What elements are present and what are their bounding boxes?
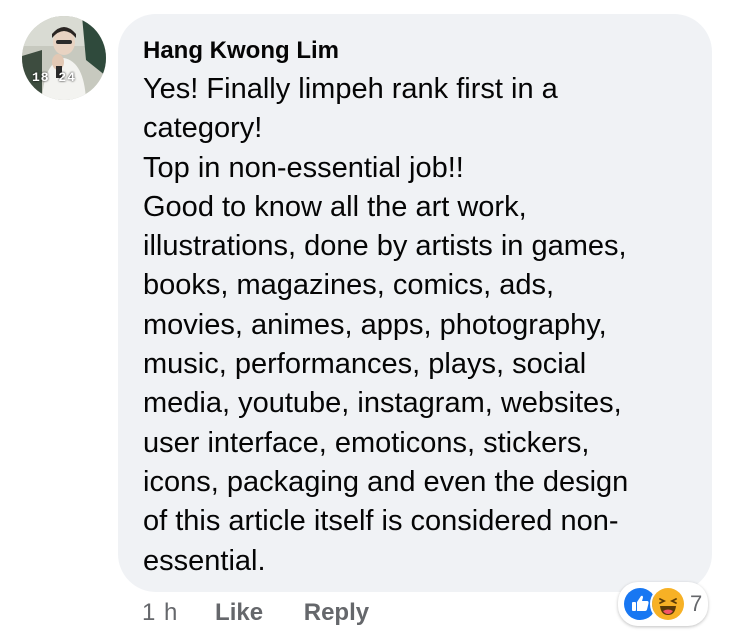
comment-line: Top in non-essential job!! <box>143 151 464 184</box>
haha-icon <box>650 586 686 622</box>
comment-line: illustrations, done by artists in games, <box>143 230 627 263</box>
comment-author[interactable]: Hang Kwong Lim <box>143 36 688 66</box>
comment-line: icons, packaging and even the design <box>143 465 629 498</box>
comment-line: of this article itself is considered non… <box>143 505 619 538</box>
comment-container: 18 24 Hang Kwong Lim Yes! Finally limpeh… <box>0 0 750 635</box>
comment-line: Yes! Finally limpeh rank first in a <box>143 73 558 105</box>
comment-text: Yes! Finally limpeh rank first in a cate… <box>143 70 688 581</box>
reaction-summary[interactable]: 7 <box>618 582 709 626</box>
comment-line: movies, animes, apps, photography, <box>143 308 607 341</box>
comment-line: books, magazines, comics, ads, <box>143 269 555 302</box>
reaction-count: 7 <box>690 591 703 616</box>
reply-button[interactable]: Reply <box>304 598 369 628</box>
comment-line: category! <box>143 112 263 145</box>
comment-timestamp[interactable]: 1 h <box>142 598 178 628</box>
comment-line: essential. <box>143 544 266 577</box>
comment-line: user interface, emoticons, stickers, <box>143 426 590 459</box>
comment-line: media, youtube, instagram, websites, <box>143 387 622 420</box>
avatar-photo <box>22 16 106 100</box>
like-button[interactable]: Like <box>215 598 263 628</box>
avatar-badge: 18 24 <box>32 70 77 85</box>
comment-bubble: Hang Kwong Lim Yes! Finally limpeh rank … <box>118 14 712 592</box>
avatar[interactable]: 18 24 <box>22 16 106 100</box>
comment-line: music, performances, plays, social <box>143 348 587 381</box>
comment-line: Good to know all the art work, <box>143 190 527 223</box>
comment-actions: 1 h Like Reply <box>142 598 369 628</box>
